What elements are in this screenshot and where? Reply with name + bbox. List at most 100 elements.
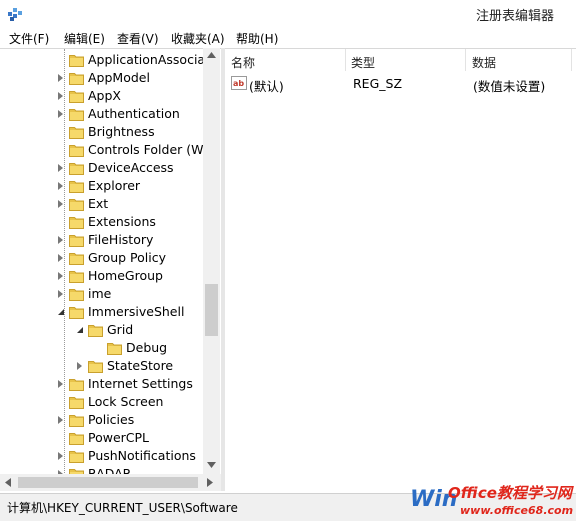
column-header-name[interactable]: 名称 xyxy=(231,54,255,71)
tree-item[interactable]: Group Policy xyxy=(0,249,221,267)
svg-text:ab: ab xyxy=(233,79,244,88)
folder-icon xyxy=(69,253,84,265)
tree-item-label: Policies xyxy=(88,412,135,427)
expand-arrow-icon[interactable] xyxy=(58,164,63,172)
tree-item-label: AppModel xyxy=(88,70,150,85)
tree-item[interactable]: Explorer xyxy=(0,177,221,195)
folder-icon xyxy=(69,415,84,427)
expand-arrow-icon[interactable] xyxy=(58,182,63,190)
tree-item[interactable]: Brightness xyxy=(0,123,221,141)
column-separator[interactable] xyxy=(345,49,346,71)
tree-horizontal-scrollbar[interactable] xyxy=(0,474,221,491)
tree-item-label: HomeGroup xyxy=(88,268,163,283)
expand-arrow-icon[interactable] xyxy=(58,290,63,298)
folder-icon xyxy=(69,235,84,247)
folder-icon xyxy=(107,343,122,355)
tree-vertical-scroll-thumb[interactable] xyxy=(205,284,218,336)
tree-item[interactable]: AppModel xyxy=(0,69,221,87)
registry-tree[interactable]: ApplicationAssocia AppModel AppX Authentica… xyxy=(0,48,221,475)
column-separator[interactable] xyxy=(571,49,572,71)
menu-edit[interactable]: 编辑(E) xyxy=(64,30,105,47)
expand-arrow-icon[interactable] xyxy=(58,254,63,262)
scroll-left-icon[interactable] xyxy=(5,478,11,487)
menu-file[interactable]: 文件(F) xyxy=(9,30,49,47)
tree-item[interactable]: FileHistory xyxy=(0,231,221,249)
tree-item[interactable]: PushNotifications xyxy=(0,447,221,465)
menu-favorites[interactable]: 收藏夹(A) xyxy=(171,30,225,47)
value-row[interactable]: ab (默认) REG_SZ (数值未设置) xyxy=(225,74,576,94)
menu-view[interactable]: 查看(V) xyxy=(117,30,159,47)
tree-item[interactable]: ApplicationAssocia xyxy=(0,51,221,69)
tree-item-label: Grid xyxy=(107,322,134,337)
expand-arrow-icon[interactable] xyxy=(58,110,63,118)
tree-item[interactable]: DeviceAccess xyxy=(0,159,221,177)
folder-icon xyxy=(69,127,84,139)
string-value-icon: ab xyxy=(231,75,247,94)
menu-help[interactable]: 帮助(H) xyxy=(236,30,278,47)
tree-item[interactable]: ImmersiveShell xyxy=(0,303,221,321)
tree-item-label: Authentication xyxy=(88,106,180,121)
tree-item[interactable]: StateStore xyxy=(0,357,221,375)
expand-arrow-icon[interactable] xyxy=(58,452,63,460)
column-header-type[interactable]: 类型 xyxy=(351,54,375,71)
tree-item[interactable]: Extensions xyxy=(0,213,221,231)
expand-arrow-icon[interactable] xyxy=(77,362,82,370)
value-list[interactable]: 名称 类型 数据 ab (默认) REG_SZ (数值未设置) xyxy=(225,48,576,492)
tree-item[interactable]: PowerCPL xyxy=(0,429,221,447)
tree-item-label: Explorer xyxy=(88,178,141,193)
tree-item[interactable]: Authentication xyxy=(0,105,221,123)
folder-icon xyxy=(69,271,84,283)
tree-item-label: ime xyxy=(88,286,112,301)
column-header-data[interactable]: 数据 xyxy=(472,54,496,71)
tree-item[interactable]: Ext xyxy=(0,195,221,213)
tree-horizontal-scroll-thumb[interactable] xyxy=(18,477,198,488)
tree-item-label: AppX xyxy=(88,88,121,103)
tree-item[interactable]: Grid xyxy=(0,321,221,339)
folder-icon xyxy=(69,163,84,175)
value-data: (数值未设置) xyxy=(473,79,546,94)
value-type: REG_SZ xyxy=(353,76,403,91)
folder-icon xyxy=(69,145,84,157)
tree-item[interactable]: Debug xyxy=(0,339,221,357)
tree-vertical-scrollbar[interactable] xyxy=(203,48,220,474)
menu-bar: 文件(F) 编辑(E) 查看(V) 收藏夹(A) 帮助(H) xyxy=(0,28,576,48)
tree-item[interactable]: Internet Settings xyxy=(0,375,221,393)
tree-item[interactable]: HomeGroup xyxy=(0,267,221,285)
expand-arrow-icon[interactable] xyxy=(58,92,63,100)
folder-icon xyxy=(69,181,84,193)
expand-arrow-icon[interactable] xyxy=(58,236,63,244)
expand-arrow-icon[interactable] xyxy=(58,272,63,280)
tree-item[interactable]: Policies xyxy=(0,411,221,429)
scroll-right-icon[interactable] xyxy=(207,478,213,487)
watermark-line2: www.office68.com xyxy=(460,504,573,517)
tree-item-label: Lock Screen xyxy=(88,394,164,409)
scroll-down-icon[interactable] xyxy=(207,462,216,468)
tree-item-label: PushNotifications xyxy=(88,448,196,463)
expand-arrow-icon[interactable] xyxy=(58,74,63,82)
folder-icon xyxy=(69,451,84,463)
title-bar: 注册表编辑器 xyxy=(0,0,576,28)
folder-icon xyxy=(69,109,84,121)
tree-item[interactable]: Lock Screen xyxy=(0,393,221,411)
tree-item[interactable]: Controls Folder (W xyxy=(0,141,221,159)
regedit-app-icon[interactable] xyxy=(6,5,24,23)
folder-icon xyxy=(69,379,84,391)
tree-item-label: Internet Settings xyxy=(88,376,193,391)
collapse-arrow-icon[interactable] xyxy=(77,327,83,333)
expand-arrow-icon[interactable] xyxy=(58,416,63,424)
site-watermark: Win Office教程学习网 www.office68.com xyxy=(408,480,576,523)
scroll-up-icon[interactable] xyxy=(207,52,216,58)
column-separator[interactable] xyxy=(465,49,466,71)
expand-arrow-icon[interactable] xyxy=(58,200,63,208)
tree-item[interactable]: ime xyxy=(0,285,221,303)
tree-item-label: ApplicationAssocia xyxy=(88,52,206,67)
folder-icon xyxy=(69,397,84,409)
tree-item-label: ImmersiveShell xyxy=(88,304,185,319)
tree-item-label: Debug xyxy=(126,340,168,355)
expand-arrow-icon[interactable] xyxy=(58,380,63,388)
tree-item[interactable]: AppX xyxy=(0,87,221,105)
tree-item-label: PowerCPL xyxy=(88,430,150,445)
tree-item-label: Brightness xyxy=(88,124,155,139)
folder-icon xyxy=(88,361,103,373)
collapse-arrow-icon[interactable] xyxy=(58,309,64,315)
